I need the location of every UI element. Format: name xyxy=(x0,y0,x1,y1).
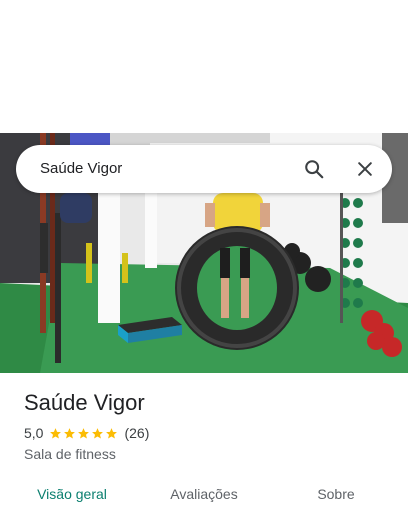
star-icon xyxy=(106,427,118,439)
rating-row[interactable]: 5,0 (26) xyxy=(24,424,392,442)
star-icon xyxy=(92,427,104,439)
star-icon xyxy=(50,427,62,439)
search-icon[interactable] xyxy=(298,153,330,185)
review-count[interactable]: (26) xyxy=(124,424,149,442)
tab-overview[interactable]: Visão geral xyxy=(20,474,124,514)
tab-reviews[interactable]: Avaliações xyxy=(152,474,256,514)
tab-about[interactable]: Sobre xyxy=(284,474,388,514)
place-info: Saúde Vigor 5,0 (26) Sala de fitness xyxy=(24,388,392,464)
rating-value: 5,0 xyxy=(24,425,44,441)
search-bar[interactable]: Saúde Vigor xyxy=(16,145,392,193)
tab-bar: Visão geral Avaliações Sobre xyxy=(0,474,408,514)
search-input[interactable]: Saúde Vigor xyxy=(40,145,122,193)
place-category[interactable]: Sala de fitness xyxy=(24,444,392,464)
star-rating xyxy=(49,427,119,440)
close-icon[interactable] xyxy=(349,153,381,185)
star-icon xyxy=(78,427,90,439)
place-title: Saúde Vigor xyxy=(24,390,145,415)
star-icon xyxy=(64,427,76,439)
